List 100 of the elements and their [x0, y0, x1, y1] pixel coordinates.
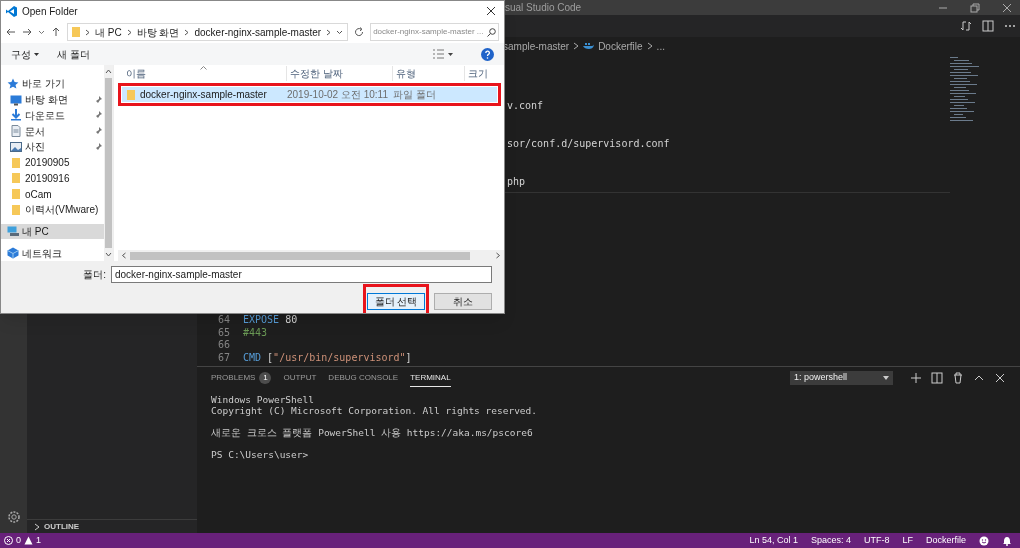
panel-tab[interactable]: PROBLEMS 1 [211, 369, 272, 387]
line-number: 66 [216, 339, 230, 352]
address-bar[interactable]: 내 PC 바탕 화면 docker-nginx-sample-master [67, 23, 349, 41]
scroll-left-icon[interactable] [121, 252, 127, 259]
star-icon [7, 77, 19, 90]
caret-icon [34, 52, 39, 56]
chevron-down-icon[interactable] [38, 29, 45, 35]
desktop-icon [10, 93, 22, 106]
search-icon [487, 27, 496, 37]
settings-icon[interactable] [5, 509, 22, 525]
nav-item[interactable]: 20190905 [1, 154, 104, 171]
warning-icon [24, 536, 33, 545]
trash-icon[interactable] [952, 372, 964, 384]
scroll-right-icon[interactable] [495, 252, 501, 259]
forward-arrow-icon[interactable] [22, 27, 32, 37]
status-item[interactable]: UTF-8 [863, 533, 890, 548]
status-item[interactable]: LF [902, 533, 913, 548]
folder-icon [10, 156, 22, 169]
column-header[interactable]: 크기 [464, 66, 504, 81]
compare-changes-icon[interactable] [960, 20, 972, 32]
toolbar-button[interactable]: 구성 [11, 46, 39, 62]
breadcrumb-item[interactable]: ... [656, 38, 665, 54]
code-line: php [507, 175, 527, 188]
bell-icon[interactable] [1002, 535, 1012, 546]
field-label: 폴더: [83, 268, 106, 282]
chevron-right-icon [326, 28, 332, 36]
scrollbar[interactable] [118, 250, 504, 261]
path-segment[interactable]: 바탕 화면 [136, 24, 180, 40]
folder-icon [10, 188, 22, 200]
download-icon [10, 109, 22, 122]
scrollbar[interactable] [104, 65, 113, 261]
chevron-right-icon [85, 28, 90, 36]
folder-icon [127, 89, 135, 100]
folder-icon [10, 203, 22, 216]
toolbar-button[interactable]: 새 폴더 [57, 46, 90, 62]
breadcrumb-item[interactable]: sample-master [503, 38, 570, 54]
nav-item[interactable]: 내 PC [1, 223, 104, 240]
window-title: sual Studio Code [505, 1, 582, 15]
chevron-right-icon [573, 42, 580, 50]
column-header[interactable]: 유형 [392, 66, 464, 81]
dialog-button[interactable]: 취소 [434, 293, 492, 310]
status-item[interactable]: Ln 54, Col 1 [749, 533, 798, 548]
terminal-line: Copyright (C) Microsoft Corporation. All rights reserved. [211, 405, 538, 416]
chevron-right-icon [126, 28, 132, 36]
split-terminal-icon[interactable] [931, 372, 943, 384]
path-segment[interactable]: docker-nginx-sample-master [194, 24, 322, 40]
chevron-down-icon[interactable] [336, 29, 344, 35]
refresh-icon[interactable] [354, 27, 365, 37]
nav-item[interactable]: 사진 [1, 138, 104, 155]
chevron-right-icon [646, 42, 653, 50]
folder-name-field[interactable]: docker-nginx-sample-master [111, 266, 492, 283]
smiley-icon[interactable] [979, 535, 989, 546]
panel-tab[interactable]: OUTPUT [283, 369, 317, 387]
help-icon[interactable] [481, 47, 494, 61]
code-line: sor/conf.d/supervisord.conf [507, 137, 671, 150]
terminal-line: 새로운 크로스 플랫폼 PowerShell 사용 https://aka.ms/pscore6 [211, 427, 534, 438]
column-header[interactable]: 수정한 날짜 [286, 66, 392, 81]
nav-item[interactable]: 네트워크 [1, 245, 104, 261]
nav-item[interactable]: 이력서(VMware) [1, 201, 104, 218]
nav-item[interactable]: 문서 [1, 123, 104, 139]
line-number: 67 [216, 351, 230, 364]
scroll-down-icon[interactable] [105, 251, 112, 258]
dialog-title: Open Folder [22, 4, 78, 19]
terminal-select[interactable]: 1: powershell [790, 371, 893, 385]
close-icon[interactable] [486, 6, 496, 16]
breadcrumb-item[interactable]: Dockerfile [598, 38, 643, 54]
view-options-icon[interactable] [433, 49, 453, 59]
pc-icon [7, 225, 19, 238]
problems-status[interactable]: 0 1 [4, 533, 42, 548]
status-item[interactable]: Spaces: 4 [810, 533, 851, 548]
path-segment[interactable]: 내 PC [95, 24, 122, 40]
app-logo-icon [6, 5, 17, 17]
panel-tab[interactable]: DEBUG CONSOLE [328, 369, 399, 387]
code-line: #443 [243, 326, 268, 339]
split-editor-icon[interactable] [982, 20, 994, 32]
file-name: docker-nginx-sample-master [140, 88, 267, 102]
nav-item[interactable]: 다운로드 [1, 107, 104, 124]
back-arrow-icon[interactable] [6, 27, 16, 37]
line-number: 65 [216, 326, 230, 339]
plus-icon[interactable] [910, 372, 922, 384]
panel-tab[interactable]: TERMINAL [410, 369, 451, 387]
scroll-up-icon[interactable] [105, 68, 112, 75]
up-arrow-icon[interactable] [51, 27, 61, 37]
folder-icon [72, 27, 80, 37]
error-icon [4, 536, 13, 545]
nav-item[interactable]: oCam [1, 186, 104, 202]
network-icon [7, 247, 19, 260]
dialog-button[interactable]: 폴더 선택 [367, 293, 425, 310]
file-type: 파일 폴더 [392, 88, 437, 102]
file-row[interactable]: docker-nginx-sample-master 2019-10-02 오전 10:11 파일 폴더 [122, 87, 497, 102]
restore-icon[interactable] [970, 2, 980, 13]
terminal-line: PS C:\Users\user> [211, 449, 310, 460]
search-field[interactable]: docker-nginx-sample-master ... [370, 23, 499, 41]
nav-item[interactable]: 바로 가기 [1, 76, 104, 92]
nav-item[interactable]: 20190916 [1, 170, 104, 187]
nav-item[interactable]: 바탕 화면 [1, 91, 104, 108]
line-number: 64 [216, 314, 230, 327]
whale-icon [583, 42, 595, 50]
column-header[interactable]: 이름 [118, 66, 286, 81]
status-item[interactable]: Dockerfile [926, 533, 966, 548]
